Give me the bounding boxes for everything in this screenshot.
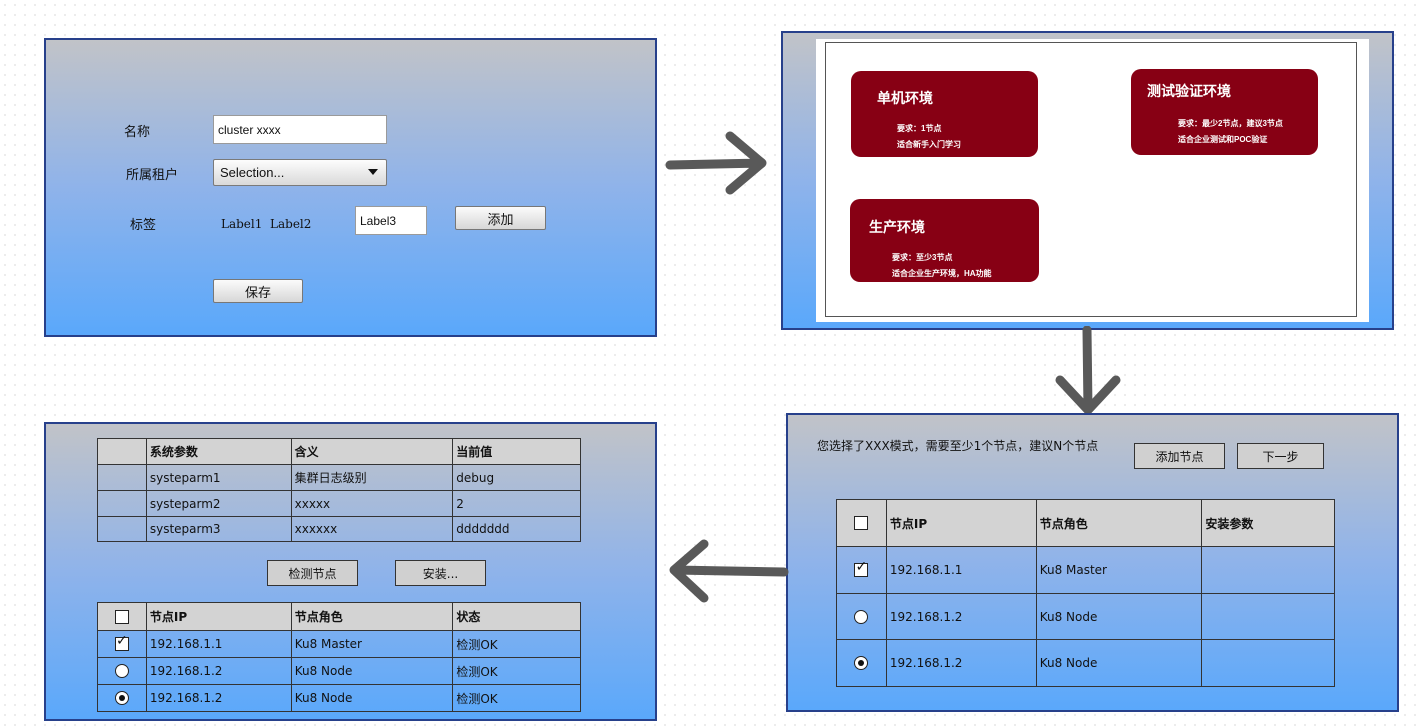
node-status-table: 节点IP 节点角色 状态 192.168.1.1 Ku8 Master 检测OK… bbox=[97, 602, 581, 712]
chevron-down-icon bbox=[368, 169, 378, 175]
node-ip: 192.168.1.2 bbox=[145, 657, 292, 685]
table-row[interactable]: systeparm2 xxxxx 2 bbox=[97, 490, 581, 517]
column-header: 当前值 bbox=[452, 438, 581, 465]
select-all-checkbox[interactable] bbox=[854, 516, 869, 531]
row-checkbox[interactable] bbox=[854, 559, 869, 578]
node-role: Ku8 Master bbox=[1035, 546, 1203, 594]
tag-list: Label1 Label2 bbox=[221, 217, 312, 231]
node-status: 检测OK bbox=[452, 630, 581, 658]
table-row[interactable]: systeparm1 集群日志级别 debug bbox=[97, 464, 581, 491]
select-all-checkbox[interactable] bbox=[114, 609, 129, 624]
row-radio[interactable] bbox=[114, 664, 129, 679]
node-role: Ku8 Master bbox=[290, 630, 454, 658]
node-ip: 192.168.1.1 bbox=[145, 630, 292, 658]
node-role: Ku8 Node bbox=[290, 684, 454, 712]
arrow-right-icon bbox=[665, 131, 767, 195]
arrow-down-icon bbox=[1055, 326, 1121, 415]
card-requirement: 要求：最少2节点，建议3节点 bbox=[1178, 119, 1283, 128]
table-row[interactable]: 192.168.1.2 Ku8 Node 检测OK bbox=[97, 684, 581, 712]
param-name: systeparm2 bbox=[145, 490, 292, 517]
column-header: 含义 bbox=[290, 438, 454, 465]
node-role: Ku8 Node bbox=[1035, 639, 1203, 687]
node-role: Ku8 Node bbox=[290, 657, 454, 685]
name-input[interactable]: cluster xxxx bbox=[213, 115, 387, 144]
node-ip: 192.168.1.2 bbox=[885, 593, 1037, 640]
card-description: 适合企业生产环境，HA功能 bbox=[892, 269, 992, 278]
table-row[interactable]: 192.168.1.2 Ku8 Node 检测OK bbox=[97, 657, 581, 685]
tenant-select-value: Selection... bbox=[220, 165, 285, 180]
add-tag-button[interactable]: 添加 bbox=[455, 206, 546, 230]
node-ip: 192.168.1.2 bbox=[885, 639, 1037, 687]
card-description: 适合新手入门学习 bbox=[897, 140, 961, 149]
node-selection-panel: 您选择了XXX模式，需要至少1个节点，建议N个节点 添加节点 下一步 节点IP … bbox=[786, 413, 1399, 712]
param-meaning: xxxxxx bbox=[290, 516, 454, 542]
column-header: 节点角色 bbox=[1035, 499, 1203, 547]
node-params[interactable] bbox=[1201, 546, 1335, 594]
card-title: 单机环境 bbox=[877, 90, 933, 106]
node-status: 检测OK bbox=[452, 684, 581, 712]
environment-panel: 单机环境 要求：1节点 适合新手入门学习 测试验证环境 要求：最少2节点，建议3… bbox=[781, 31, 1394, 330]
mode-message: 您选择了XXX模式，需要至少1个节点，建议N个节点 bbox=[817, 439, 1099, 453]
param-meaning: 集群日志级别 bbox=[290, 464, 454, 491]
card-requirement: 要求：1节点 bbox=[897, 124, 942, 133]
table-row[interactable]: 192.168.1.2 Ku8 Node bbox=[836, 593, 1335, 640]
check-nodes-button[interactable]: 检测节点 bbox=[267, 560, 358, 586]
name-label: 名称 bbox=[124, 124, 151, 139]
node-table: 节点IP 节点角色 安装参数 192.168.1.1 Ku8 Master 19… bbox=[836, 499, 1335, 687]
param-value[interactable]: 2 bbox=[452, 490, 581, 517]
node-role: Ku8 Node bbox=[1035, 593, 1203, 640]
add-node-button[interactable]: 添加节点 bbox=[1134, 443, 1225, 469]
card-title: 生产环境 bbox=[869, 219, 925, 235]
row-checkbox[interactable] bbox=[114, 633, 129, 652]
param-meaning: xxxxx bbox=[290, 490, 454, 517]
node-params[interactable] bbox=[1201, 639, 1335, 687]
param-name: systeparm3 bbox=[145, 516, 292, 542]
table-row[interactable]: systeparm3 xxxxxx ddddddd bbox=[97, 516, 581, 542]
select-all-cell bbox=[836, 499, 887, 547]
column-header: 节点IP bbox=[145, 602, 292, 631]
row-radio[interactable] bbox=[114, 691, 129, 706]
tag-input[interactable]: Label3 bbox=[355, 206, 427, 235]
tenant-label: 所属租户 bbox=[126, 167, 179, 182]
row-radio[interactable] bbox=[854, 656, 869, 671]
card-test[interactable]: 测试验证环境 要求：最少2节点，建议3节点 适合企业测试和POC验证 bbox=[1131, 69, 1318, 155]
column-header: 状态 bbox=[452, 602, 581, 631]
column-header: 系统参数 bbox=[145, 438, 292, 465]
node-ip: 192.168.1.2 bbox=[145, 684, 292, 712]
card-description: 适合企业测试和POC验证 bbox=[1178, 135, 1268, 144]
table-row[interactable]: 192.168.1.1 Ku8 Master 检测OK bbox=[97, 630, 581, 658]
node-params[interactable] bbox=[1201, 593, 1335, 640]
node-ip: 192.168.1.1 bbox=[885, 546, 1037, 594]
node-status: 检测OK bbox=[452, 657, 581, 685]
arrow-left-icon bbox=[669, 539, 789, 603]
column-header: 安装参数 bbox=[1201, 499, 1335, 547]
row-radio[interactable] bbox=[854, 609, 869, 624]
table-row[interactable]: 192.168.1.2 Ku8 Node bbox=[836, 639, 1335, 687]
tags-label: 标签 bbox=[130, 217, 157, 232]
card-standalone[interactable]: 单机环境 要求：1节点 适合新手入门学习 bbox=[851, 71, 1038, 157]
column-header: 节点IP bbox=[885, 499, 1037, 547]
system-params-table: 系统参数 含义 当前值 systeparm1 集群日志级别 debug syst… bbox=[97, 438, 581, 542]
environment-canvas: 单机环境 要求：1节点 适合新手入门学习 测试验证环境 要求：最少2节点，建议3… bbox=[816, 39, 1369, 322]
param-value[interactable]: ddddddd bbox=[452, 516, 581, 542]
param-value[interactable]: debug bbox=[452, 464, 581, 491]
save-button[interactable]: 保存 bbox=[213, 279, 303, 303]
tenant-select[interactable]: Selection... bbox=[213, 159, 387, 186]
next-step-button[interactable]: 下一步 bbox=[1237, 443, 1324, 469]
card-title: 测试验证环境 bbox=[1147, 83, 1231, 99]
param-name: systeparm1 bbox=[145, 464, 292, 491]
table-row[interactable]: 192.168.1.1 Ku8 Master bbox=[836, 546, 1335, 594]
install-panel: 系统参数 含义 当前值 systeparm1 集群日志级别 debug syst… bbox=[44, 422, 657, 721]
column-header: 节点角色 bbox=[290, 602, 454, 631]
cluster-form-panel: 名称 cluster xxxx 所属租户 Selection... 标签 Lab… bbox=[44, 38, 657, 337]
card-requirement: 要求：至少3节点 bbox=[892, 253, 953, 262]
card-production[interactable]: 生产环境 要求：至少3节点 适合企业生产环境，HA功能 bbox=[850, 199, 1039, 282]
install-button[interactable]: 安装... bbox=[395, 560, 486, 586]
